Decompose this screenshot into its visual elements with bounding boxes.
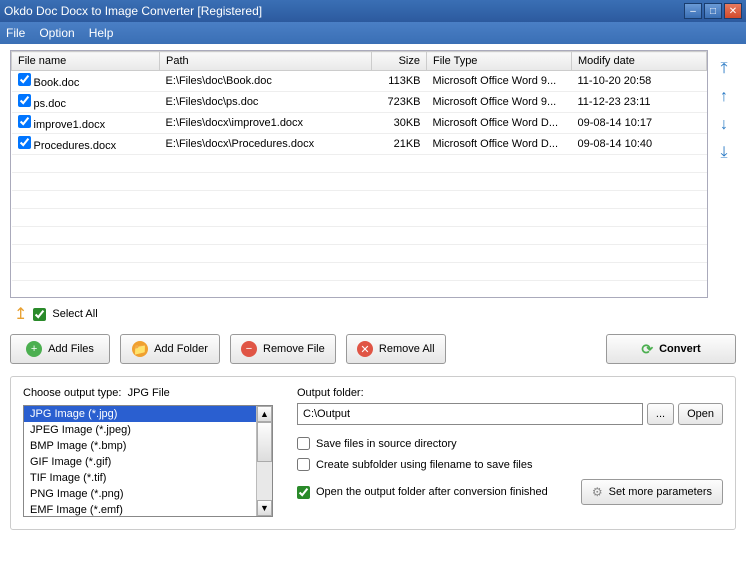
minus-icon: − bbox=[241, 341, 257, 357]
add-files-button[interactable]: + Add Files bbox=[10, 334, 110, 364]
save-source-checkbox[interactable] bbox=[297, 437, 310, 450]
row-checkbox[interactable] bbox=[18, 136, 31, 149]
open-folder-button[interactable]: Open bbox=[678, 403, 723, 425]
table-row[interactable]: ps.docE:\Files\doc\ps.doc723KBMicrosoft … bbox=[12, 92, 707, 113]
row-type: Microsoft Office Word 9... bbox=[427, 71, 572, 92]
open-after-label: Open the output folder after conversion … bbox=[316, 486, 548, 498]
x-icon: ✕ bbox=[357, 341, 373, 357]
list-item[interactable]: BMP Image (*.bmp) bbox=[24, 438, 256, 454]
set-more-parameters-button[interactable]: ⚙ Set more parameters bbox=[581, 479, 723, 505]
menu-option[interactable]: Option bbox=[39, 26, 74, 40]
table-row[interactable]: Book.docE:\Files\doc\Book.doc113KBMicros… bbox=[12, 71, 707, 92]
save-source-label: Save files in source directory bbox=[316, 438, 457, 450]
table-row[interactable]: Procedures.docxE:\Files\docx\Procedures.… bbox=[12, 134, 707, 155]
remove-all-button[interactable]: ✕ Remove All bbox=[346, 334, 446, 364]
row-type: Microsoft Office Word 9... bbox=[427, 92, 572, 113]
row-size: 723KB bbox=[372, 92, 427, 113]
row-date: 09-08-14 10:40 bbox=[572, 134, 707, 155]
select-all-label: Select All bbox=[52, 308, 97, 320]
col-path[interactable]: Path bbox=[160, 52, 372, 71]
move-bottom-icon[interactable]: ⤓ bbox=[715, 144, 733, 162]
col-filetype[interactable]: File Type bbox=[427, 52, 572, 71]
menubar: File Option Help bbox=[0, 22, 746, 44]
output-type-listbox[interactable]: JPG Image (*.jpg)JPEG Image (*.jpeg)BMP … bbox=[23, 405, 273, 517]
titlebar: Okdo Doc Docx to Image Converter [Regist… bbox=[0, 0, 746, 22]
table-row[interactable]: improve1.docxE:\Files\docx\improve1.docx… bbox=[12, 113, 707, 134]
list-item[interactable]: JPEG Image (*.jpeg) bbox=[24, 422, 256, 438]
row-checkbox[interactable] bbox=[18, 73, 31, 86]
row-type: Microsoft Office Word D... bbox=[427, 113, 572, 134]
file-table[interactable]: File name Path Size File Type Modify dat… bbox=[10, 50, 708, 298]
list-item[interactable]: GIF Image (*.gif) bbox=[24, 454, 256, 470]
maximize-button[interactable]: □ bbox=[704, 3, 722, 19]
output-type-label: Choose output type: bbox=[23, 387, 121, 399]
scroll-thumb[interactable] bbox=[257, 422, 272, 462]
browse-button[interactable]: ... bbox=[647, 403, 674, 425]
row-date: 11-12-23 23:11 bbox=[572, 92, 707, 113]
list-item[interactable]: TIF Image (*.tif) bbox=[24, 470, 256, 486]
convert-icon: ⟳ bbox=[641, 341, 653, 358]
up-arrow-icon: ↥ bbox=[14, 304, 27, 324]
output-folder-label: Output folder: bbox=[297, 387, 723, 399]
remove-file-button[interactable]: − Remove File bbox=[230, 334, 336, 364]
row-date: 11-10-20 20:58 bbox=[572, 71, 707, 92]
row-checkbox[interactable] bbox=[18, 115, 31, 128]
scroll-down-icon[interactable]: ▼ bbox=[257, 500, 272, 516]
row-path: E:\Files\doc\ps.doc bbox=[160, 92, 372, 113]
scroll-up-icon[interactable]: ▲ bbox=[257, 406, 272, 422]
row-path: E:\Files\docx\improve1.docx bbox=[160, 113, 372, 134]
output-folder-input[interactable] bbox=[297, 403, 643, 425]
move-down-icon[interactable]: ↓ bbox=[715, 116, 733, 134]
folder-icon: 📁 bbox=[132, 341, 148, 357]
row-path: E:\Files\doc\Book.doc bbox=[160, 71, 372, 92]
row-type: Microsoft Office Word D... bbox=[427, 134, 572, 155]
col-filename[interactable]: File name bbox=[12, 52, 160, 71]
gear-icon: ⚙ bbox=[592, 485, 603, 499]
open-after-checkbox[interactable] bbox=[297, 486, 310, 499]
row-size: 113KB bbox=[372, 71, 427, 92]
listbox-scrollbar[interactable]: ▲ ▼ bbox=[256, 406, 272, 516]
row-size: 30KB bbox=[372, 113, 427, 134]
row-size: 21KB bbox=[372, 134, 427, 155]
move-top-icon[interactable]: ⤒ bbox=[715, 60, 733, 78]
close-button[interactable]: ✕ bbox=[724, 3, 742, 19]
move-up-icon[interactable]: ↑ bbox=[715, 88, 733, 106]
window-title: Okdo Doc Docx to Image Converter [Regist… bbox=[4, 4, 684, 18]
plus-icon: + bbox=[26, 341, 42, 357]
menu-help[interactable]: Help bbox=[89, 26, 114, 40]
row-path: E:\Files\docx\Procedures.docx bbox=[160, 134, 372, 155]
list-item[interactable]: JPG Image (*.jpg) bbox=[24, 406, 256, 422]
create-subfolder-label: Create subfolder using filename to save … bbox=[316, 459, 532, 471]
menu-file[interactable]: File bbox=[6, 26, 25, 40]
list-item[interactable]: PNG Image (*.png) bbox=[24, 486, 256, 502]
select-all-checkbox[interactable] bbox=[33, 308, 46, 321]
convert-button[interactable]: ⟳ Convert bbox=[606, 334, 736, 364]
col-size[interactable]: Size bbox=[372, 52, 427, 71]
add-folder-button[interactable]: 📁 Add Folder bbox=[120, 334, 220, 364]
row-date: 09-08-14 10:17 bbox=[572, 113, 707, 134]
output-type-current: JPG File bbox=[128, 387, 170, 399]
row-checkbox[interactable] bbox=[18, 94, 31, 107]
list-item[interactable]: EMF Image (*.emf) bbox=[24, 502, 256, 516]
col-modify[interactable]: Modify date bbox=[572, 52, 707, 71]
minimize-button[interactable]: – bbox=[684, 3, 702, 19]
create-subfolder-checkbox[interactable] bbox=[297, 458, 310, 471]
